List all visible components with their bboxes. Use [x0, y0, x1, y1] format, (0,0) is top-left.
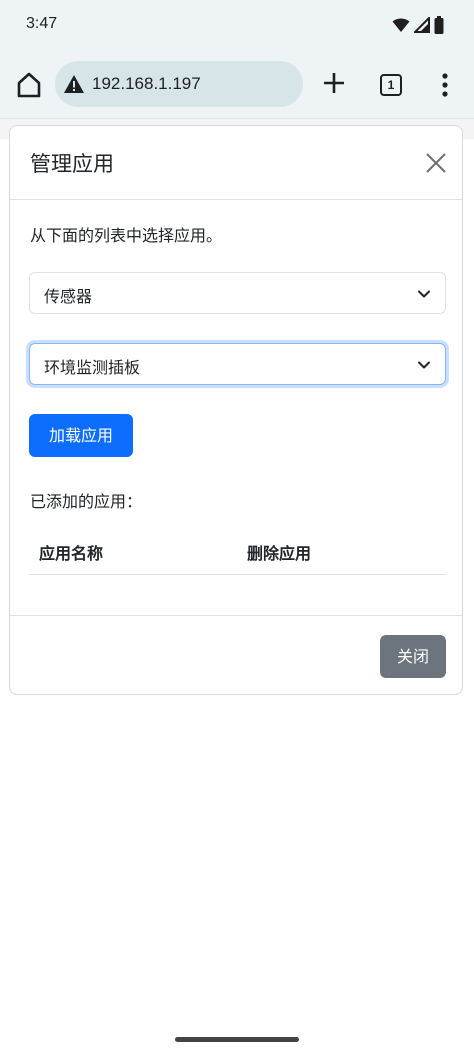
tab-switcher-button[interactable]: 1 [380, 74, 402, 96]
close-button[interactable]: 关闭 [380, 635, 446, 678]
modal-title: 管理应用 [30, 152, 114, 176]
added-apps-heading: 已添加的应用： [30, 492, 143, 511]
status-icons [392, 16, 444, 34]
category-select-value: 传感器 [44, 287, 93, 306]
battery-icon [434, 16, 444, 34]
load-app-button[interactable]: 加载应用 [29, 414, 133, 457]
column-header-delete-app: 删除应用 [247, 544, 312, 563]
status-time: 3:47 [26, 15, 58, 32]
chevron-down-icon [418, 290, 430, 298]
more-menu-button[interactable] [433, 72, 457, 98]
browser-toolbar: 192.168.1.197 1 [0, 52, 474, 119]
app-select[interactable]: 环境监测插板 [29, 343, 446, 385]
new-tab-button[interactable] [320, 69, 348, 97]
manage-apps-modal: 管理应用 从下面的列表中选择应用。 传感器 环境监测插板 加载应用 已添加的应用… [9, 125, 463, 695]
url-text[interactable]: 192.168.1.197 [92, 74, 201, 94]
app-select-value: 环境监测插板 [44, 358, 141, 377]
wifi-icon [392, 18, 410, 32]
modal-header: 管理应用 [10, 126, 462, 200]
home-button[interactable] [13, 69, 45, 101]
column-header-app-name: 应用名称 [39, 544, 104, 563]
close-icon[interactable] [424, 151, 448, 175]
signal-icon [414, 17, 430, 33]
warning-icon[interactable] [63, 73, 85, 95]
chevron-down-icon [418, 361, 430, 369]
instruction-text: 从下面的列表中选择应用。 [30, 226, 223, 245]
gesture-navigation-bar[interactable] [175, 1037, 299, 1042]
home-icon [17, 72, 41, 98]
status-bar: 3:47 [0, 0, 474, 52]
modal-footer: 关闭 [10, 615, 462, 696]
more-vert-icon [442, 73, 448, 97]
url-bar[interactable]: 192.168.1.197 [55, 61, 303, 107]
category-select[interactable]: 传感器 [29, 272, 446, 314]
plus-icon [324, 73, 344, 93]
added-apps-table-header: 应用名称 删除应用 [29, 530, 446, 575]
